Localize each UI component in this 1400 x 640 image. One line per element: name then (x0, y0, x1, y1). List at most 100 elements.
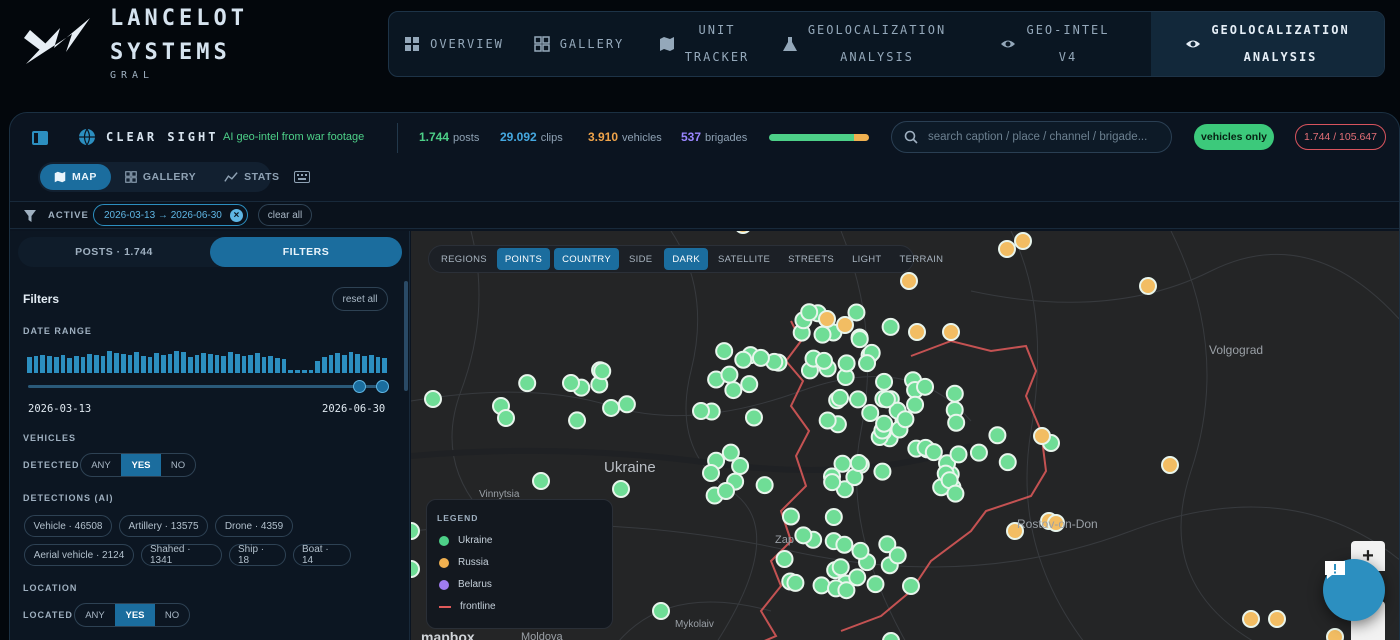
map-point[interactable] (721, 443, 740, 462)
map-point[interactable] (824, 508, 843, 527)
map-point[interactable] (851, 541, 870, 560)
control-light[interactable]: LIGHT (844, 248, 889, 270)
map-point[interactable] (947, 413, 966, 432)
map-point[interactable] (924, 443, 943, 462)
reset-all-button[interactable]: reset all (332, 287, 388, 311)
nav-unit-tracker[interactable]: UNIT TRACKER (639, 12, 769, 76)
map-point[interactable] (849, 453, 868, 472)
map-point[interactable] (735, 231, 751, 234)
map-point[interactable] (755, 476, 774, 495)
vehicles-only-toggle[interactable]: vehicles only (1194, 124, 1274, 150)
map-point[interactable] (800, 303, 819, 322)
detection-tag[interactable]: Boat · 14 (293, 544, 351, 566)
mapbox-attribution[interactable]: mapbox (421, 629, 475, 640)
map-point[interactable] (875, 414, 894, 433)
map-point[interactable] (813, 325, 832, 344)
date-filter-chip[interactable]: 2026-03-13 → 2026-06-30 × (93, 204, 248, 226)
map-point[interactable] (652, 602, 670, 620)
search-input[interactable] (928, 131, 1163, 143)
map-point[interactable] (908, 323, 926, 341)
map-point[interactable] (888, 546, 907, 565)
nav-geolocalization-analysis-active[interactable]: GEOLOCALIZATION ANALYSIS (1151, 12, 1384, 76)
map-point[interactable] (786, 573, 805, 592)
map-point[interactable] (781, 507, 800, 526)
map-point[interactable] (612, 480, 630, 498)
map-point[interactable] (724, 381, 743, 400)
close-icon[interactable]: × (229, 208, 243, 222)
map-point[interactable] (866, 575, 885, 594)
map-point[interactable] (858, 354, 877, 373)
map-view[interactable]: Ukraine Volgograd Rostov-on-Don Vinnytsi… (411, 231, 1399, 640)
nav-overview[interactable]: OVERVIEW (389, 12, 519, 76)
map-point[interactable] (875, 372, 894, 391)
map-point[interactable] (881, 317, 900, 336)
nav-geolocalization-analysis[interactable]: GEOLOCALIZATION ANALYSIS (769, 12, 959, 76)
map-point[interactable] (942, 323, 960, 341)
nav-gallery[interactable]: GALLERY (519, 12, 639, 76)
map-point[interactable] (831, 388, 850, 407)
detection-tag[interactable]: Drone · 4359 (215, 515, 293, 537)
map-point[interactable] (518, 374, 537, 393)
control-side[interactable]: SIDE (621, 248, 660, 270)
map-point[interactable] (593, 362, 612, 381)
detection-tag[interactable]: Vehicle · 46508 (24, 515, 112, 537)
map-point[interactable] (831, 558, 850, 577)
sidebar-toggle-icon[interactable] (32, 131, 48, 145)
map-point[interactable] (861, 404, 880, 423)
detection-tag[interactable]: Aerial vehicle · 2124 (24, 544, 134, 566)
range-handle-end[interactable] (376, 380, 389, 393)
keyboard-icon[interactable] (294, 171, 310, 183)
control-terrain[interactable]: TERRAIN (892, 248, 952, 270)
map-point[interactable] (1014, 232, 1032, 250)
map-point[interactable] (877, 390, 896, 409)
map-point[interactable] (812, 576, 831, 595)
map-point[interactable] (744, 408, 763, 427)
tab-gallery[interactable]: GALLERY (111, 164, 210, 190)
tab-map[interactable]: MAP (40, 164, 111, 190)
option-any[interactable]: ANY (81, 454, 121, 476)
map-point[interactable] (896, 410, 915, 429)
map-point[interactable] (818, 310, 836, 328)
map-point[interactable] (720, 365, 739, 384)
option-any[interactable]: ANY (75, 604, 115, 626)
map-point[interactable] (873, 462, 892, 481)
map-point[interactable] (751, 348, 770, 367)
map-point[interactable] (988, 426, 1007, 445)
map-point[interactable] (848, 568, 867, 587)
detection-tag[interactable]: Ship · 18 (229, 544, 286, 566)
map-point[interactable] (902, 577, 920, 595)
control-streets[interactable]: STREETS (780, 248, 842, 270)
map-point[interactable] (562, 374, 580, 392)
map-point[interactable] (717, 482, 735, 500)
nav-geo-intel-v4[interactable]: GEO-INTEL V4 (959, 12, 1151, 76)
map-point[interactable] (617, 395, 636, 414)
control-points[interactable]: POINTS (496, 248, 551, 270)
tab-filters[interactable]: FILTERS (210, 237, 402, 267)
detection-tag[interactable]: Shahed · 1341 (141, 544, 222, 566)
map-point[interactable] (949, 445, 968, 464)
map-point[interactable] (1242, 610, 1260, 628)
sidebar-scrollbar[interactable] (404, 281, 408, 391)
map-point[interactable] (775, 550, 794, 569)
detection-tag[interactable]: Artillery · 13575 (119, 515, 208, 537)
map-point[interactable] (1268, 610, 1286, 628)
range-handle-start[interactable] (353, 380, 366, 393)
map-point[interactable] (1326, 628, 1344, 640)
map-point[interactable] (945, 384, 964, 403)
option-yes[interactable]: YES (121, 454, 161, 476)
map-point[interactable] (833, 454, 852, 473)
map-point[interactable] (715, 342, 734, 361)
map-point[interactable] (814, 351, 833, 370)
option-no[interactable]: NO (155, 604, 189, 626)
tab-stats[interactable]: STATS (210, 164, 293, 190)
map-point[interactable] (1139, 277, 1157, 295)
map-point[interactable] (998, 240, 1016, 258)
map-point[interactable] (998, 453, 1017, 472)
search-box[interactable] (891, 121, 1172, 153)
map-point[interactable] (847, 303, 866, 322)
map-point[interactable] (916, 377, 935, 396)
map-point[interactable] (734, 350, 753, 369)
control-regions[interactable]: REGIONS (433, 248, 495, 270)
option-yes[interactable]: YES (115, 604, 155, 626)
map-point[interactable] (835, 535, 854, 554)
